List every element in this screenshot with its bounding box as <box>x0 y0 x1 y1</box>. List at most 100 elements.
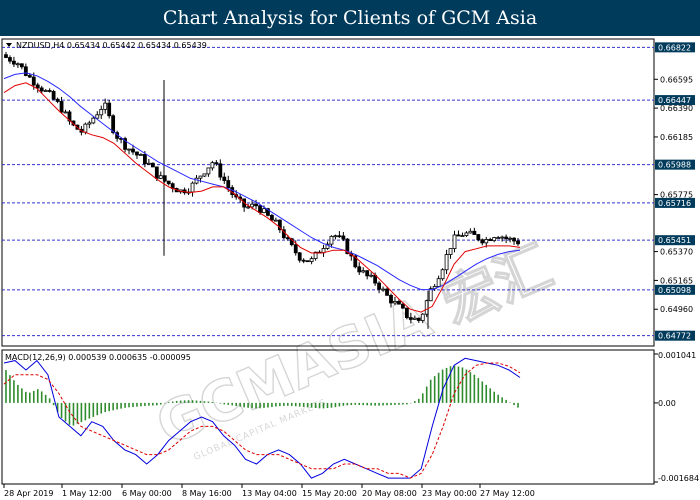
candle-body <box>51 91 56 100</box>
time-tick-label: 27 May 12:00 <box>480 489 535 498</box>
level-label: 0.65451 <box>658 236 691 245</box>
page-title: Chart Analysis for Clients of GCM Asia <box>162 7 538 29</box>
candle-body <box>254 203 258 207</box>
candle-body <box>476 234 481 241</box>
candle-body <box>389 294 393 304</box>
candle-body <box>504 236 509 240</box>
candle-body <box>460 235 465 238</box>
candle-body <box>273 219 278 222</box>
time-tick-label: 20 May 08:00 <box>362 489 417 498</box>
candle-body <box>397 300 401 305</box>
candle-body <box>492 237 497 242</box>
ma-slow-line <box>3 72 521 291</box>
macd-tick-label: 0.00 <box>658 399 676 408</box>
candle-body <box>107 102 112 117</box>
candle-body <box>361 270 366 273</box>
candle-body <box>31 76 36 86</box>
collapse-arrow-icon[interactable] <box>6 43 12 47</box>
candle-body <box>210 162 215 169</box>
level-label: 0.64772 <box>658 332 691 341</box>
candle-body <box>246 206 251 209</box>
price-tick-label: 0.66595 <box>660 75 693 84</box>
time-tick-label: 15 May 20:00 <box>302 489 357 498</box>
candle-body <box>365 270 370 277</box>
candle-body <box>516 240 520 245</box>
candle-body <box>301 259 306 262</box>
candle-body <box>202 173 207 177</box>
candle-body <box>87 122 92 125</box>
macd-tick-label: -0.001684 <box>658 474 699 483</box>
candle-body <box>55 98 60 102</box>
candle-body <box>408 317 413 320</box>
candle-body <box>15 63 20 66</box>
candle-body <box>448 248 453 255</box>
candle-body <box>59 101 64 113</box>
candle-body <box>488 239 493 242</box>
candle-body <box>23 66 28 76</box>
price-tick-label: 0.66390 <box>660 104 693 113</box>
candle-body <box>8 57 12 62</box>
candle-body <box>250 203 254 208</box>
candle-body <box>305 260 310 263</box>
candle-body <box>270 214 274 221</box>
candle-body <box>95 114 100 119</box>
candle-body <box>83 123 88 133</box>
candle-body <box>19 63 24 68</box>
macd-header-text: MACD(12,26,9) 0.000539 0.000635 -0.00009… <box>5 353 191 362</box>
candle-body <box>99 109 104 116</box>
candle-body <box>47 90 52 92</box>
level-label: 0.65098 <box>658 286 691 295</box>
candle-body <box>297 252 302 261</box>
candle-body <box>500 236 505 239</box>
candle-body <box>146 162 151 165</box>
candle-body <box>4 54 8 58</box>
candle-body <box>428 288 433 302</box>
candle-body <box>150 162 155 168</box>
price-panel-frame <box>1 38 655 347</box>
candle-body <box>496 237 501 239</box>
level-label: 0.66822 <box>658 43 691 52</box>
candle-body <box>131 148 135 153</box>
candle-body <box>139 154 143 156</box>
time-tick-label: 13 May 04:00 <box>242 489 297 498</box>
price-tick-label: 0.65165 <box>660 276 693 285</box>
candle-body <box>258 205 262 213</box>
candle-body <box>452 234 457 249</box>
candle-body <box>103 102 108 110</box>
candle-body <box>309 258 314 262</box>
macd-tick-label: 0.001041 <box>658 351 696 360</box>
candle-body <box>222 176 227 181</box>
price-header-text: NZDUSD,H4 0.65434 0.65442 0.65434 0.6543… <box>16 41 207 50</box>
candle-body <box>262 208 266 213</box>
time-tick-label: 8 May 16:00 <box>182 489 232 498</box>
chart-area: GCMASIA 宏汇 GLOBAL CAPITAL MARKETS 0.6682… <box>1 38 699 498</box>
candle-body <box>484 239 489 244</box>
candle-body <box>218 163 223 178</box>
candle-body <box>369 274 374 277</box>
candle-body <box>464 232 469 237</box>
candle-body <box>444 254 449 271</box>
candle-body <box>154 166 159 179</box>
candle-body <box>404 307 409 318</box>
time-tick-label: 28 Apr 2019 <box>4 489 53 498</box>
candle-body <box>166 180 171 185</box>
candle-body <box>91 117 96 124</box>
time-tick-label: 6 May 00:00 <box>122 489 172 498</box>
candle-body <box>293 244 298 254</box>
candle-body <box>416 317 421 321</box>
price-tick-label: 0.66185 <box>660 133 693 142</box>
candle-body <box>341 235 346 240</box>
candle-body <box>43 90 48 92</box>
macd-axis: 0.001041 0.00 -0.001684 <box>654 351 699 483</box>
candle-body <box>198 175 203 179</box>
candle-body <box>472 230 477 235</box>
candle-body <box>27 75 32 78</box>
candle-body <box>508 237 512 240</box>
candle-body <box>512 237 516 242</box>
candle-body <box>381 288 385 291</box>
candle-body <box>401 303 405 309</box>
candle-body <box>158 175 163 179</box>
candle-body <box>385 288 389 296</box>
candle-body <box>440 269 445 280</box>
candle-body <box>436 278 441 287</box>
